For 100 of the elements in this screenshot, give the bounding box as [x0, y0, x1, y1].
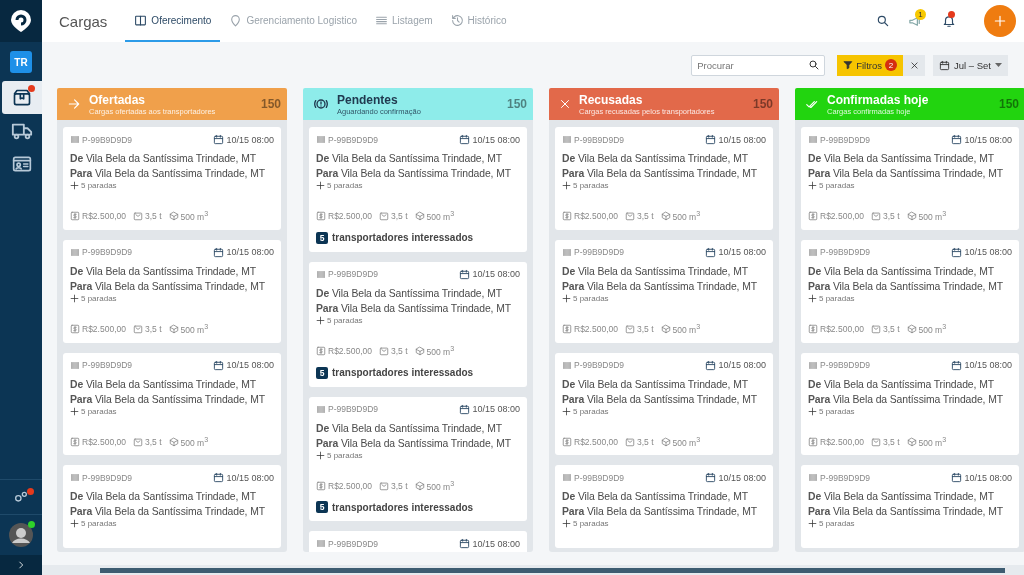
calendar-icon: [459, 268, 471, 280]
cargo-card[interactable]: P-99B9D9D9 10/15 08:00 De Vila Bela da Santíssima Trindade, MT Para Vila Bela da Santíssima Trindade, MT 5 paradas: [63, 465, 281, 549]
search-field[interactable]: Procurar: [691, 54, 826, 76]
cargo-id: P-99B9D9D9: [328, 404, 379, 415]
search-icon: [808, 58, 821, 71]
stops-text: 5 paradas: [327, 450, 363, 460]
money-icon: [316, 345, 326, 356]
cargo-card[interactable]: P-99B9D9D9 10/15 08:00 De Vila Bela da Santíssima Trindade, MT Para Vila Bela da Santíssima Trindade, MT 5 paradas R$2.500,00 3,5 t 500 m$^{3}$: [555, 352, 773, 456]
calendar-icon: [951, 134, 963, 145]
cargo-date: 10/15 08:00: [226, 134, 274, 145]
cargo-card[interactable]: P-99B9D9D9 10/15 08:00 De Vila Bela da Santíssima Trindade, MT Para Vila Bela da Santíssima Trindade, MT 5 paradas: [801, 465, 1019, 549]
money-icon: [316, 210, 326, 221]
calendar-icon: [705, 246, 717, 258]
destination-text: Para Vila Bela da Santíssima Trindade, MT: [808, 505, 1004, 520]
chevron-right-icon: [16, 560, 26, 570]
cube-icon: [414, 210, 425, 221]
weight-text: 3,5 t: [144, 323, 162, 334]
destination-text: Para Vila Bela da Santíssima Trindade, MT: [70, 279, 266, 294]
cargo-card[interactable]: P-99B9D9D9 10/15 08:00 De Vila Bela da Santíssima Trindade, MT Para Vila Bela da Santíssima Trindade, MT 5 paradas R$2.500,00 3,5 t 500 m$^{3}$ 5 transportadores interessados: [309, 127, 527, 252]
search-icon: [875, 14, 890, 28]
destination-text: Para Vila Bela da Santíssima Trindade, MT: [316, 436, 512, 451]
calendar-icon: [459, 134, 471, 145]
cargo-id: P-99B9D9D9: [574, 360, 625, 371]
stops-text: 5 paradas: [81, 293, 117, 303]
horizontal-scrollbar[interactable]: [42, 565, 1024, 575]
stops-text: 5 paradas: [819, 181, 855, 190]
bell-icon: [941, 14, 956, 28]
money-icon: [70, 210, 80, 221]
plus-icon: [562, 406, 571, 416]
price-text: R$2.500,00: [574, 210, 618, 221]
date-range-dropdown[interactable]: Jul – Set: [933, 54, 1008, 76]
calendar-icon: [705, 472, 717, 484]
sidebar-item[interactable]: [2, 81, 42, 114]
column-title: Pendentes: [337, 92, 399, 107]
plus-icon: [993, 14, 1007, 28]
cargo-card[interactable]: P-99B9D9D9 10/15 08:00 De Vila Bela da Santíssima Trindade, MT Para Vila Bela da Santíssima Trindade, MT 5 paradas R$2.500,00 3,5 t 500 m$^{3}$: [63, 239, 281, 343]
calendar-icon: [939, 59, 951, 71]
plus-icon: [70, 181, 79, 190]
cargo-card[interactable]: P-99B9D9D9 10/15 08:00 De Vila Bela da Santíssima Trindade, MT Para Vila Bela da Santíssima Trindade, MT 5 paradas R$2.500,00 3,5 t 500 m$^{3}$: [555, 127, 773, 230]
stops-text: 5 paradas: [81, 181, 117, 190]
cargo-card[interactable]: P-99B9D9D9 10/15 08:00 De Vila Bela da Santíssima Trindade, MT Para Vila Bela da Santíssima Trindade, MT 5 paradas R$2.500,00 3,5 t 500 m$^{3}$: [801, 127, 1019, 230]
cube-icon: [906, 323, 917, 334]
money-icon: [808, 323, 818, 334]
cargo-card[interactable]: P-99B9D9D9 10/15 08:00 De Vila Bela da Santíssima Trindade, MT Para Vila Bela da Santíssima Trindade, MT 5 paradas R$2.500,00 3,5 t 500 m$^{3}$: [555, 239, 773, 343]
calendar-icon: [213, 246, 225, 258]
money-icon: [70, 323, 80, 334]
stops-text: 5 paradas: [573, 519, 609, 529]
calendar-icon: [705, 134, 717, 145]
calendar-icon: [213, 134, 225, 145]
weight-text: 3,5 t: [390, 480, 408, 491]
destination-text: Para Vila Bela da Santíssima Trindade, MT: [70, 167, 266, 181]
destination-text: Para Vila Bela da Santíssima Trindade, MT: [316, 301, 512, 316]
price-text: R$2.500,00: [820, 323, 864, 334]
cargo-card[interactable]: P-99B9D9D9 10/15 08:00 De Vila Bela da Santíssima Trindade, MT Para Vila Bela da Santíssima Trindade, MT 5 paradas R$2.500,00 3,5 t 500 m$^{3}$: [801, 239, 1019, 343]
cargo-card[interactable]: P-99B9D9D9 10/15 08:00: [309, 531, 527, 552]
cube-icon: [168, 210, 179, 221]
logo-icon[interactable]: [0, 0, 42, 42]
origin-text: De Vila Bela da Santíssima Trindade, MT: [562, 264, 749, 279]
stops-text: 5 paradas: [81, 406, 117, 416]
cargo-id: P-99B9D9D9: [574, 247, 625, 258]
stops-text: 5 paradas: [819, 406, 855, 416]
cargo-id: P-99B9D9D9: [820, 360, 871, 371]
origin-text: De Vila Bela da Santíssima Trindade, MT: [808, 152, 995, 166]
cargo-card[interactable]: P-99B9D9D9 10/15 08:00 De Vila Bela da Santíssima Trindade, MT Para Vila Bela da Santíssima Trindade, MT 5 paradas R$2.500,00 3,5 t 500 m$^{3}$: [63, 352, 281, 456]
price-text: R$2.500,00: [82, 210, 126, 221]
cube-icon: [906, 210, 917, 221]
cargo-card[interactable]: P-99B9D9D9 10/15 08:00 De Vila Bela da Santíssima Trindade, MT Para Vila Bela da Santíssima Trindade, MT 5 paradas R$2.500,00 3,5 t 500 m$^{3}$: [63, 127, 281, 230]
cargo-id: P-99B9D9D9: [820, 134, 871, 145]
cargo-card[interactable]: P-99B9D9D9 10/15 08:00 De Vila Bela da Santíssima Trindade, MT Para Vila Bela da Santíssima Trindade, MT 5 paradas R$2.500,00 3,5 t 500 m$^{3}$ 5 transportadores interessados: [309, 396, 527, 522]
cube-icon: [414, 480, 425, 491]
cargo-card[interactable]: P-99B9D9D9 10/15 08:00 De Vila Bela da Santíssima Trindade, MT Para Vila Bela da Santíssima Trindade, MT 5 paradas: [555, 465, 773, 549]
destination-text: Para Vila Bela da Santíssima Trindade, MT: [562, 279, 758, 294]
cargo-id: P-99B9D9D9: [82, 473, 133, 483]
plus-icon: [70, 406, 79, 416]
interested-text: transportadores interessados: [332, 367, 474, 379]
cube-icon: [168, 323, 179, 334]
weight-text: 3,5 t: [636, 436, 654, 447]
destination-text: Para Vila Bela da Santíssima Trindade, MT: [808, 392, 1004, 407]
avatar[interactable]: [9, 523, 33, 547]
volume-text: 500 m$^{3}$: [918, 322, 947, 335]
plus-icon: [808, 406, 817, 416]
cube-icon: [660, 436, 671, 447]
plus-icon: [808, 293, 817, 303]
history-icon: [450, 13, 464, 27]
weight-text: 3,5 t: [882, 436, 900, 447]
stops-text: 5 paradas: [573, 181, 609, 190]
tab[interactable]: Oferecimento: [125, 0, 221, 42]
pin-icon: [229, 13, 243, 27]
megaphone-button[interactable]: 1: [899, 0, 932, 42]
filter-button[interactable]: Filtros 2: [837, 54, 904, 76]
add-button[interactable]: [984, 5, 1016, 37]
origin-text: De Vila Bela da Santíssima Trindade, MT: [316, 421, 503, 436]
volume-text: 500 m$^{3}$: [672, 435, 701, 448]
cargo-card[interactable]: P-99B9D9D9 10/15 08:00 De Vila Bela da Santíssima Trindade, MT Para Vila Bela da Santíssima Trindade, MT 5 paradas R$2.500,00 3,5 t 500 m$^{3}$: [801, 352, 1019, 456]
money-icon: [316, 480, 326, 491]
cargo-card[interactable]: P-99B9D9D9 10/15 08:00 De Vila Bela da Santíssima Trindade, MT Para Vila Bela da Santíssima Trindade, MT 5 paradas R$2.500,00 3,5 t 500 m$^{3}$ 5 transportadores interessados: [309, 261, 527, 387]
money-icon: [808, 210, 818, 221]
column-count: 150: [260, 97, 281, 111]
cube-icon: [660, 323, 671, 334]
cargo-date: 10/15 08:00: [472, 134, 520, 145]
